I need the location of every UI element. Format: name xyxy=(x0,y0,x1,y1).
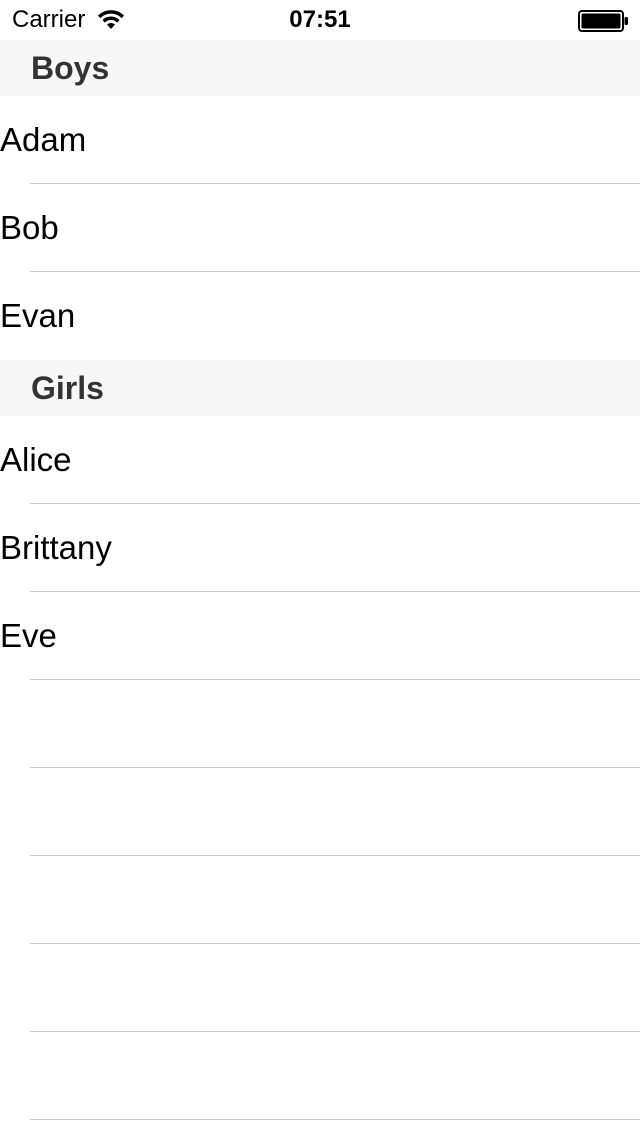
table-row[interactable]: Adam xyxy=(0,96,640,184)
table-view[interactable]: Boys Adam Bob Evan Girls Alice Brittany … xyxy=(0,40,640,1136)
section-title: Girls xyxy=(31,370,104,406)
row-label: Alice xyxy=(0,441,72,478)
section-title: Boys xyxy=(31,50,110,86)
section-header-boys: Boys xyxy=(0,40,640,96)
row-label: Eve xyxy=(0,617,57,654)
table-row[interactable]: Bob xyxy=(0,184,640,272)
empty-row xyxy=(0,680,640,768)
table-row[interactable]: Alice xyxy=(0,416,640,504)
row-label: Adam xyxy=(0,121,87,158)
row-label: Bob xyxy=(0,209,59,246)
battery-icon xyxy=(578,10,628,32)
empty-row xyxy=(0,856,640,944)
empty-row xyxy=(0,1032,640,1120)
table-row[interactable]: Evan xyxy=(0,272,640,360)
row-separator xyxy=(30,1119,640,1120)
empty-row xyxy=(0,768,640,856)
row-label: Brittany xyxy=(0,529,112,566)
section-header-girls: Girls xyxy=(0,360,640,416)
table-row[interactable]: Eve xyxy=(0,592,640,680)
clock: 07:51 xyxy=(289,6,351,33)
status-bar: Carrier 07:51 xyxy=(0,0,640,40)
empty-row xyxy=(0,944,640,1032)
row-label: Evan xyxy=(0,297,76,334)
table-row[interactable]: Brittany xyxy=(0,504,640,592)
